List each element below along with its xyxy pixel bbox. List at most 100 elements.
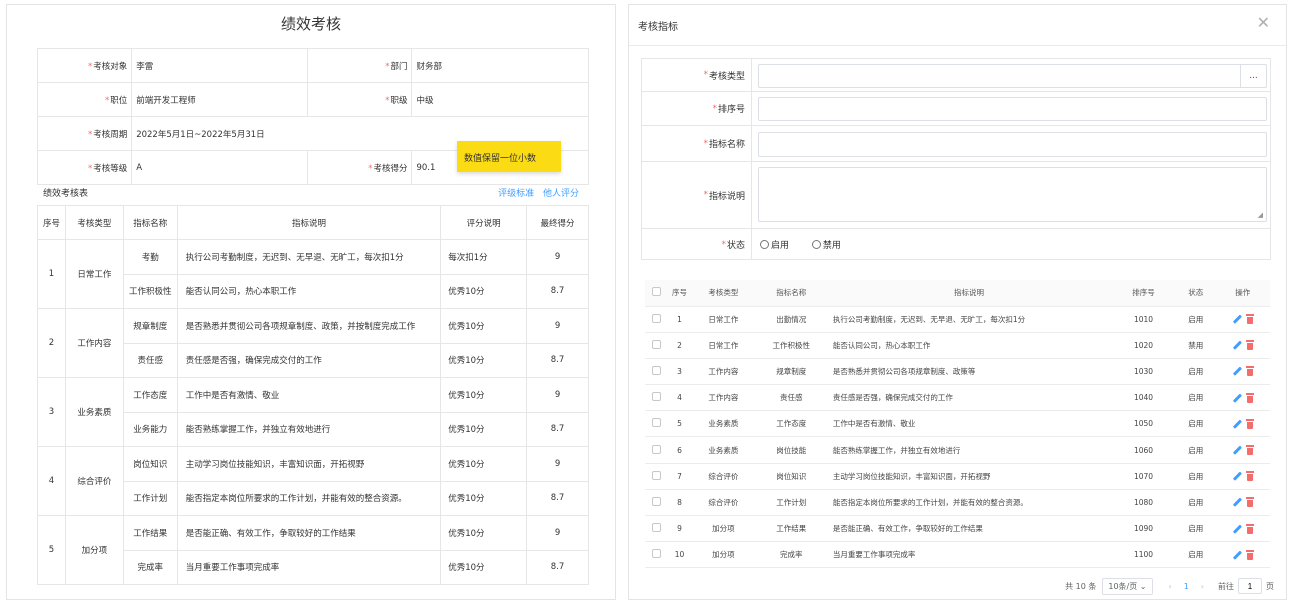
scoring-rule: 优秀10分 [440, 515, 528, 551]
row-no: 4 [667, 384, 691, 412]
edit-icon[interactable] [1232, 471, 1242, 481]
row-actions [1215, 358, 1270, 386]
indicator-list-table: 序号 考核类型 指标名称 指标说明 排序号 状态 操作 1 日常工作 出勤情况 执行公… [645, 280, 1270, 569]
row-no: 2 [667, 332, 691, 359]
indicator-name: 岗位知识 [122, 446, 178, 482]
indicator-desc: 执行公司考勤制度，无迟到、无早退、无旷工，每次扣1分 [176, 239, 442, 275]
score-label: *考核得分 [307, 150, 413, 185]
col-header: 状态 [1175, 280, 1216, 307]
delete-icon[interactable] [1245, 366, 1254, 377]
indicator-name: 业务能力 [122, 411, 178, 447]
edit-icon[interactable] [1232, 419, 1242, 429]
row-no: 9 [667, 515, 691, 543]
delete-icon[interactable] [1245, 392, 1254, 403]
group-type: 工作内容 [64, 308, 124, 378]
delete-icon[interactable] [1245, 314, 1254, 325]
row-checkbox[interactable] [651, 313, 661, 323]
delete-icon[interactable] [1245, 523, 1254, 534]
row-checkbox[interactable] [651, 470, 661, 480]
delete-icon[interactable] [1245, 471, 1254, 482]
final-score: 8.7 [526, 549, 589, 585]
indicator-desc: 能否熟练掌握工作，并独立有效地进行 [176, 411, 442, 447]
group-no: 2 [37, 308, 66, 378]
select-all-cell [645, 280, 668, 307]
row-checkbox[interactable] [651, 339, 661, 349]
row-status: 启用 [1175, 306, 1216, 333]
edit-icon[interactable] [1232, 340, 1242, 350]
row-status: 启用 [1175, 358, 1216, 386]
goto-page-input[interactable] [1238, 578, 1262, 594]
group-no: 1 [37, 239, 66, 309]
indicator-dialog: 考核指标 ✕ * 考核类型 ... * 排序号 * 指标名称 * 指标说明 ◢ * 状态 … [628, 4, 1287, 600]
row-checkbox[interactable] [651, 496, 661, 506]
form-row-name: * 指标名称 [642, 126, 1270, 162]
radio-circle-icon [760, 240, 769, 249]
name-input[interactable] [758, 132, 1267, 157]
final-score: 9 [526, 239, 589, 275]
row-status: 启用 [1175, 463, 1216, 490]
type-input[interactable]: ... [758, 64, 1267, 88]
edit-icon[interactable] [1232, 550, 1242, 560]
select-all-checkbox[interactable] [651, 287, 661, 297]
row-checkbox[interactable] [651, 549, 661, 559]
resize-handle-icon[interactable]: ◢ [1258, 211, 1263, 219]
edit-icon[interactable] [1232, 366, 1242, 376]
row-desc: 执行公司考勤制度，无迟到、无早退、无旷工，每次扣1分 [826, 306, 1112, 333]
row-desc: 当月重要工作事项完成率 [826, 541, 1112, 569]
row-select-cell [645, 384, 668, 412]
row-status: 启用 [1175, 384, 1216, 412]
row-checkbox[interactable] [651, 444, 661, 454]
row-actions [1215, 306, 1270, 333]
indicator-desc: 是否能正确、有效工作，争取较好的工作结果 [176, 515, 442, 551]
next-page-icon[interactable]: › [1201, 582, 1204, 591]
edit-icon[interactable] [1232, 497, 1242, 507]
row-no: 7 [667, 463, 691, 490]
decimal-tooltip: 数值保留一位小数 [457, 141, 561, 172]
row-actions [1215, 515, 1270, 543]
close-icon[interactable]: ✕ [1257, 13, 1270, 32]
type-select-button[interactable]: ... [1240, 65, 1266, 87]
row-checkbox[interactable] [651, 418, 661, 428]
rating-standard-link[interactable]: 评级标准 [498, 189, 534, 199]
indicator-form: * 考核类型 ... * 排序号 * 指标名称 * 指标说明 ◢ * 状态 启用 禁用 [641, 58, 1271, 260]
row-order: 1050 [1111, 410, 1176, 438]
edit-icon[interactable] [1232, 314, 1242, 324]
desc-textarea[interactable]: ◢ [758, 167, 1267, 222]
row-checkbox[interactable] [651, 523, 661, 533]
group-no: 3 [37, 377, 66, 447]
others-score-link[interactable]: 他人评分 [543, 189, 579, 199]
status-disabled-radio[interactable]: 禁用 [811, 238, 841, 251]
row-type: 日常工作 [690, 332, 756, 359]
status-enabled-radio[interactable]: 启用 [760, 238, 789, 251]
order-input[interactable] [758, 97, 1267, 121]
delete-icon[interactable] [1245, 497, 1254, 508]
delete-icon[interactable] [1245, 445, 1254, 456]
row-checkbox[interactable] [651, 365, 661, 375]
delete-icon[interactable] [1245, 418, 1254, 429]
edit-icon[interactable] [1232, 393, 1242, 403]
row-desc: 是否能正确、有效工作，争取较好的工作结果 [826, 515, 1112, 543]
col-header: 指标说明 [826, 280, 1112, 307]
scoring-rule: 每次扣1分 [440, 239, 528, 275]
current-page[interactable]: 1 [1184, 582, 1189, 591]
page-size-select[interactable]: 10条/页 ⌄ [1102, 577, 1153, 595]
edit-icon[interactable] [1232, 524, 1242, 534]
dept-value: 财务部 [411, 48, 589, 83]
edit-icon[interactable] [1232, 445, 1242, 455]
row-name: 岗位技能 [755, 436, 827, 464]
status-label: * 状态 [642, 229, 752, 260]
row-no: 6 [667, 436, 691, 464]
row-desc: 责任感是否强，确保完成交付的工作 [826, 384, 1112, 412]
row-order: 1030 [1111, 358, 1176, 386]
delete-icon[interactable] [1245, 340, 1254, 351]
row-type: 日常工作 [690, 306, 756, 333]
delete-icon[interactable] [1245, 549, 1254, 560]
chevron-down-icon: ⌄ [1139, 581, 1147, 591]
target-label: *考核对象 [36, 48, 133, 83]
row-actions [1215, 384, 1270, 412]
col-header: 最终得分 [526, 205, 589, 240]
col-header: 指标名称 [122, 205, 178, 240]
prev-page-icon[interactable]: ‹ [1169, 582, 1172, 591]
row-checkbox[interactable] [651, 392, 661, 402]
table-row: 4 工作内容 责任感 责任感是否强，确保完成交付的工作 1040 启用 [645, 384, 1270, 412]
